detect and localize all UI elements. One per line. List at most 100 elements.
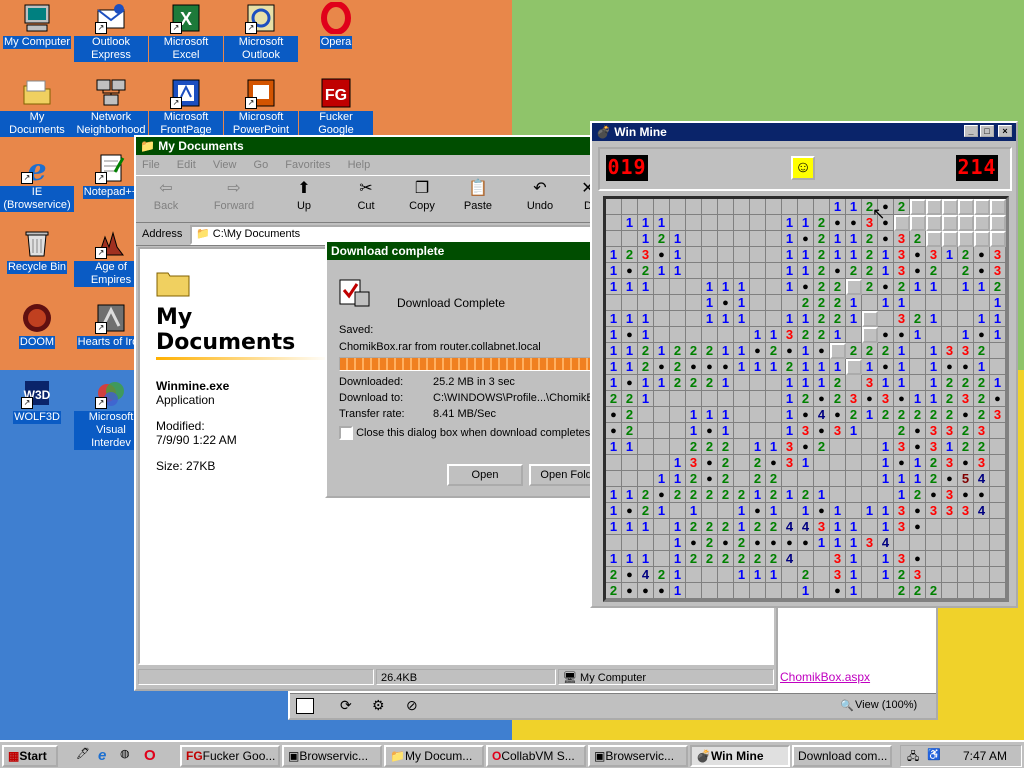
mine-cell-number[interactable]: 1	[622, 215, 638, 231]
mine-cell-number[interactable]: 1	[830, 247, 846, 263]
mine-cell-number[interactable]: 1	[654, 263, 670, 279]
mine-cell-number[interactable]: 1	[878, 263, 894, 279]
mine-cell-number[interactable]: 1	[766, 359, 782, 375]
mine-icon[interactable]: ●	[814, 423, 830, 439]
mine-cell-empty[interactable]	[654, 439, 670, 455]
mine-cell-empty[interactable]	[638, 471, 654, 487]
menu-view[interactable]: View	[213, 159, 237, 171]
mine-cell-empty[interactable]	[750, 583, 766, 599]
mine-cell-number[interactable]: 1	[622, 439, 638, 455]
mine-icon[interactable]: ●	[878, 231, 894, 247]
mine-cell-number[interactable]: 1	[782, 263, 798, 279]
mine-cell-number[interactable]: 1	[782, 407, 798, 423]
mine-cell-empty[interactable]	[766, 375, 782, 391]
mine-cell-number[interactable]: 1	[910, 471, 926, 487]
mine-icon[interactable]: ●	[894, 455, 910, 471]
mine-cell-empty[interactable]	[782, 567, 798, 583]
mine-cell-empty[interactable]	[750, 263, 766, 279]
mine-cell-empty[interactable]	[990, 423, 1006, 439]
mine-cell-number[interactable]: 4	[782, 551, 798, 567]
mine-icon[interactable]: ●	[622, 503, 638, 519]
mine-cell-unrevealed[interactable]	[926, 199, 942, 215]
mine-cell-number[interactable]: 1	[862, 503, 878, 519]
mine-cell-number[interactable]: 1	[622, 279, 638, 295]
mine-cell-number[interactable]: 1	[926, 343, 942, 359]
mine-cell-number[interactable]: 4	[814, 407, 830, 423]
mine-cell-number[interactable]: 2	[702, 551, 718, 567]
mine-cell-number[interactable]: 1	[782, 487, 798, 503]
mine-icon[interactable]: ●	[654, 247, 670, 263]
desktop-icon-recycle-bin[interactable]: Recycle Bin	[0, 227, 74, 277]
mine-cell-number[interactable]: 2	[958, 375, 974, 391]
mine-cell-number[interactable]: 2	[926, 263, 942, 279]
mine-cell-empty[interactable]	[814, 551, 830, 567]
mine-cell-number[interactable]: 2	[814, 327, 830, 343]
mine-cell-number[interactable]: 1	[702, 311, 718, 327]
mine-cell-number[interactable]: 2	[622, 423, 638, 439]
mine-icon[interactable]: ●	[654, 583, 670, 599]
mine-cell-unrevealed[interactable]	[990, 199, 1006, 215]
mine-cell-empty[interactable]	[702, 215, 718, 231]
mine-icon[interactable]: ●	[702, 471, 718, 487]
sidebar-toggle-icon[interactable]	[296, 698, 314, 714]
mine-cell-number[interactable]: 3	[782, 455, 798, 471]
mine-cell-number[interactable]: 2	[830, 311, 846, 327]
mine-cell-unrevealed[interactable]	[958, 231, 974, 247]
mine-cell-number[interactable]: 1	[750, 567, 766, 583]
mine-icon[interactable]: ●	[622, 567, 638, 583]
mine-cell-number[interactable]: 2	[974, 391, 990, 407]
mine-cell-empty[interactable]	[750, 407, 766, 423]
mine-cell-number[interactable]: 1	[878, 295, 894, 311]
mine-cell-empty[interactable]	[862, 295, 878, 311]
mine-cell-number[interactable]: 2	[670, 343, 686, 359]
mine-cell-number[interactable]: 1	[846, 567, 862, 583]
mine-cell-number[interactable]: 2	[702, 343, 718, 359]
mine-cell-number[interactable]: 1	[894, 471, 910, 487]
mine-cell-number[interactable]: 1	[622, 311, 638, 327]
mine-cell-number[interactable]: 2	[702, 519, 718, 535]
desktop-icon-powerpoint[interactable]: ↗ Microsoft PowerPoint	[224, 77, 298, 140]
mine-cell-number[interactable]: 1	[638, 279, 654, 295]
up-button[interactable]: ⬆ Up	[278, 178, 330, 212]
mine-cell-empty[interactable]	[686, 263, 702, 279]
menu-go[interactable]: Go	[254, 159, 269, 171]
mine-cell-number[interactable]: 2	[846, 343, 862, 359]
mine-cell-empty[interactable]	[766, 199, 782, 215]
mine-cell-number[interactable]: 1	[878, 503, 894, 519]
mine-cell-empty[interactable]	[606, 471, 622, 487]
mine-cell-number[interactable]: 2	[718, 487, 734, 503]
mine-cell-number[interactable]: 2	[798, 295, 814, 311]
mine-cell-empty[interactable]	[718, 503, 734, 519]
mine-icon[interactable]: ●	[862, 391, 878, 407]
mine-cell-number[interactable]: 1	[782, 247, 798, 263]
taskbar-item[interactable]: Download com...	[792, 745, 892, 767]
mine-cell-number[interactable]: 2	[622, 407, 638, 423]
mine-cell-number[interactable]: 1	[958, 327, 974, 343]
mine-icon[interactable]: ●	[798, 439, 814, 455]
mine-cell-number[interactable]: 3	[894, 503, 910, 519]
mine-cell-number[interactable]: 3	[990, 263, 1006, 279]
mine-cell-empty[interactable]	[942, 311, 958, 327]
mine-cell-empty[interactable]	[670, 327, 686, 343]
mine-cell-number[interactable]: 2	[878, 343, 894, 359]
mine-icon[interactable]: ●	[750, 503, 766, 519]
mine-cell-empty[interactable]	[686, 231, 702, 247]
mine-cell-number[interactable]: 2	[782, 359, 798, 375]
mine-cell-empty[interactable]	[926, 295, 942, 311]
paste-button[interactable]: 📋 Paste	[452, 178, 504, 212]
mine-cell-empty[interactable]	[638, 295, 654, 311]
mine-cell-number[interactable]: 1	[750, 327, 766, 343]
desktop-icon-outlook-express[interactable]: ↗ Outlook Express	[74, 2, 148, 65]
mine-cell-number[interactable]: 2	[606, 391, 622, 407]
mine-cell-number[interactable]: 2	[814, 247, 830, 263]
mine-cell-empty[interactable]	[734, 263, 750, 279]
mine-cell-empty[interactable]	[766, 295, 782, 311]
maximize-button[interactable]: □	[980, 125, 994, 137]
mine-cell-empty[interactable]	[782, 295, 798, 311]
mine-cell-unrevealed[interactable]	[942, 231, 958, 247]
mine-cell-number[interactable]: 3	[862, 535, 878, 551]
mine-cell-empty[interactable]	[878, 487, 894, 503]
mine-cell-number[interactable]: 1	[670, 583, 686, 599]
mine-cell-number[interactable]: 1	[638, 391, 654, 407]
mine-cell-number[interactable]: 3	[814, 519, 830, 535]
